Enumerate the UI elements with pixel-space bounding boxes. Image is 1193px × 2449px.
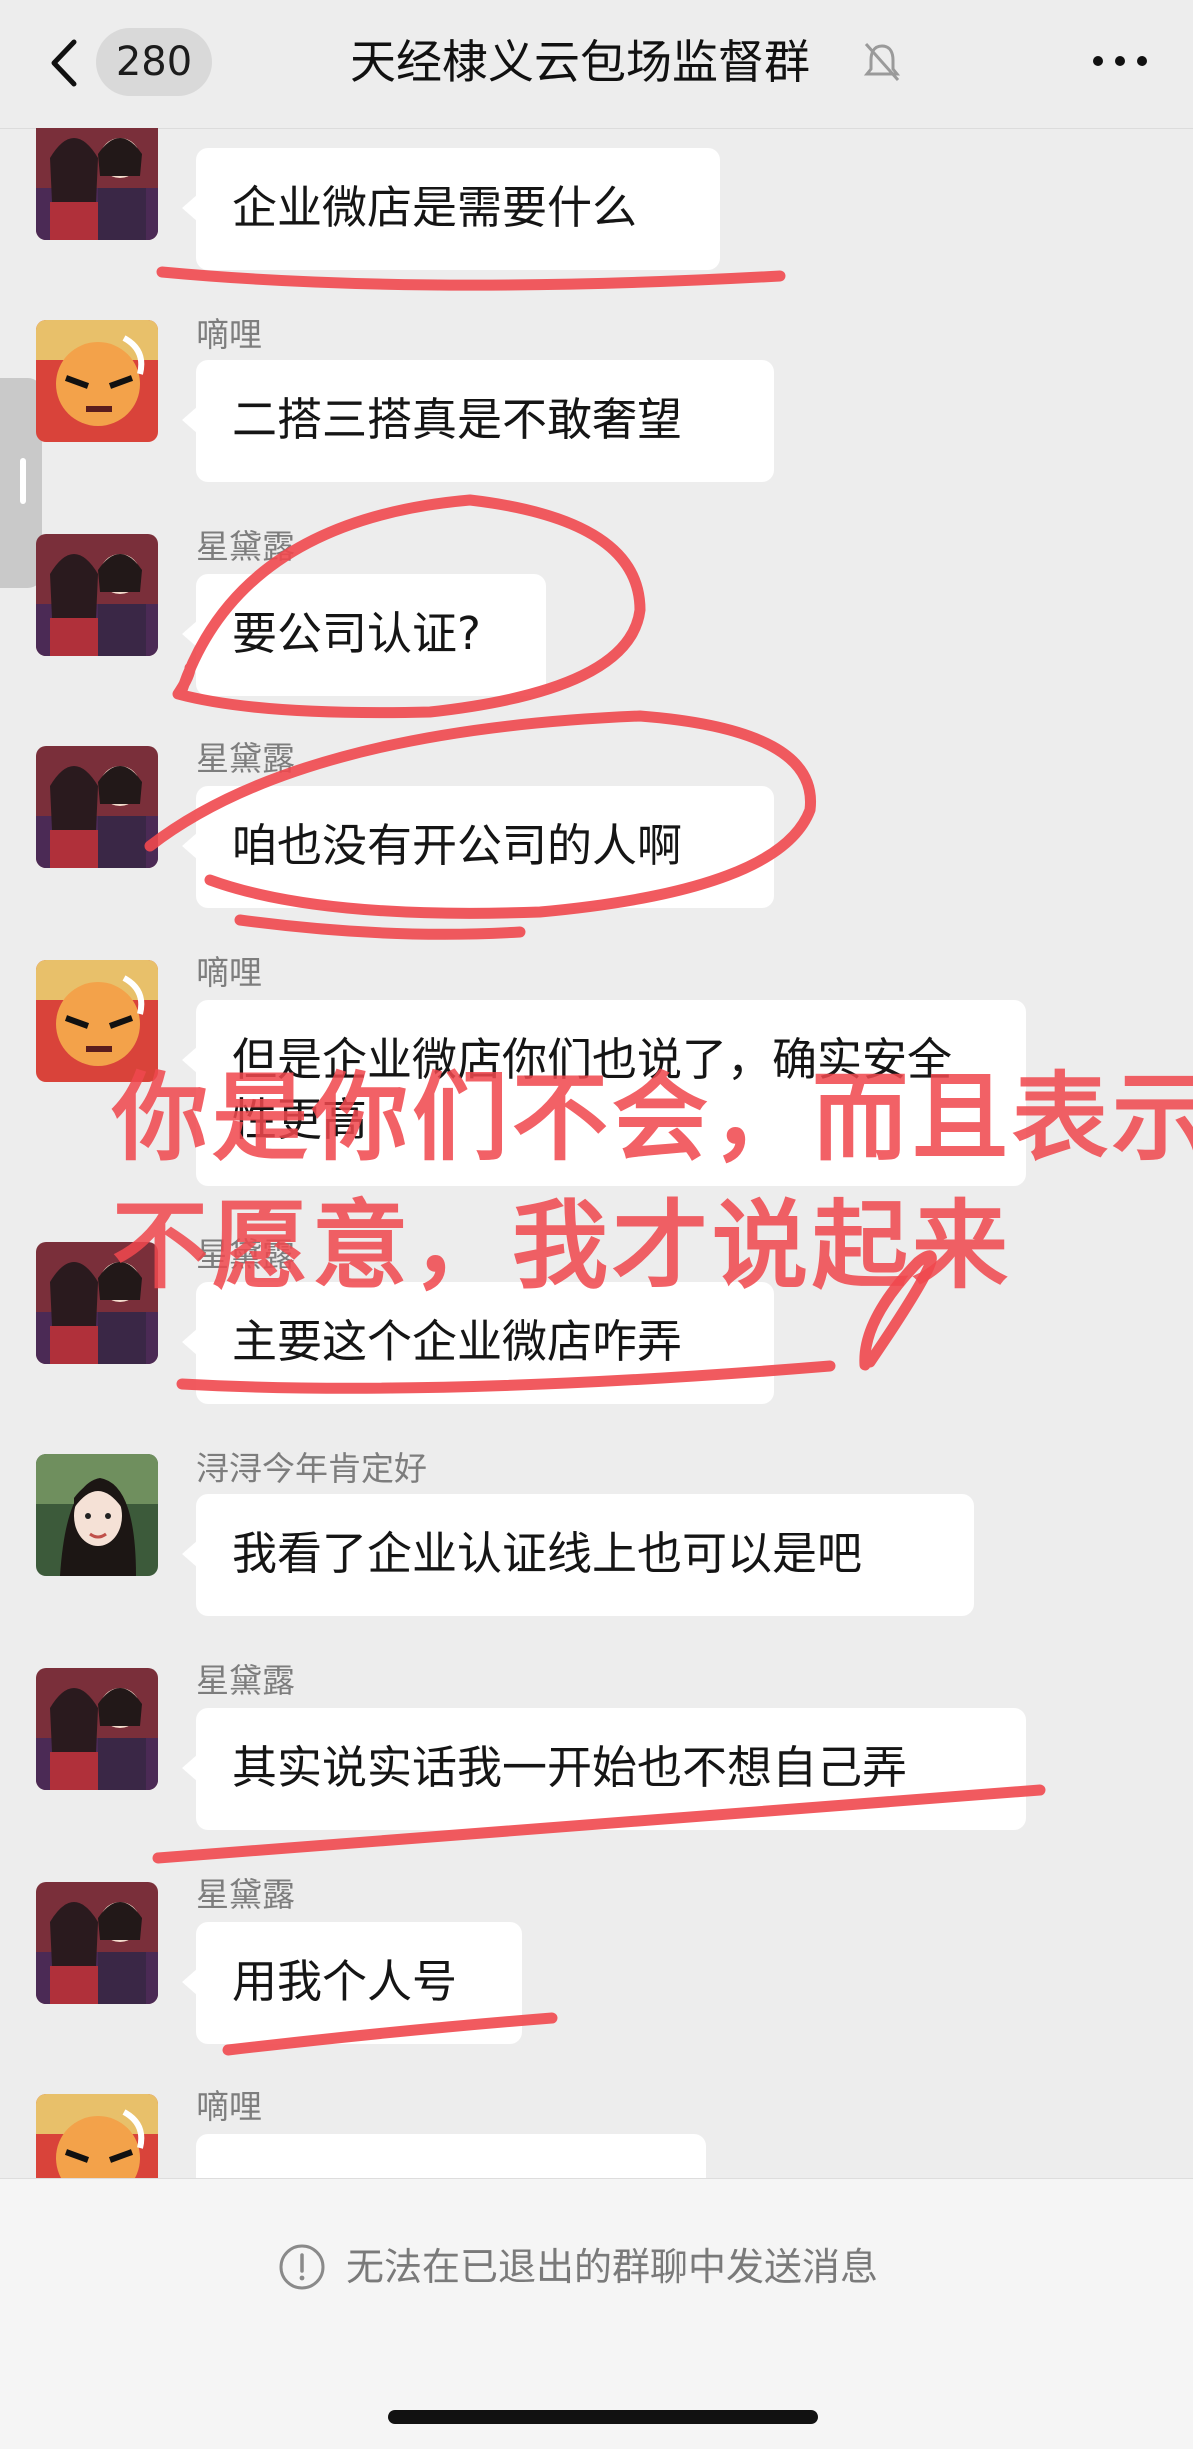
- sender-name: 浔浔今年肯定好: [196, 1449, 427, 1488]
- message-bubble[interactable]: 咱也没有开公司的人啊: [182, 786, 774, 908]
- bell-slash-icon: [862, 40, 902, 84]
- unread-count-badge[interactable]: 280: [96, 28, 212, 96]
- sender-name: 嘀哩: [196, 315, 262, 354]
- avatar[interactable]: [36, 534, 158, 656]
- avatar[interactable]: [36, 320, 158, 442]
- exclamation-circle-icon: [279, 2244, 325, 2290]
- exit-notice-text: 无法在已退出的群聊中发送消息: [346, 2245, 879, 2289]
- message-bubble[interactable]: 企业微店是需要什么: [182, 148, 720, 270]
- more-button[interactable]: [1090, 44, 1150, 78]
- avatar[interactable]: [36, 746, 158, 868]
- sender-name: 星黛露: [196, 527, 295, 566]
- avatar[interactable]: [36, 1668, 158, 1790]
- sender-name: 星黛露: [196, 1875, 295, 1914]
- message-bubble[interactable]: 用我个人号: [182, 1922, 522, 2044]
- annotation-text-line1: 你是你们不会，而且表示: [112, 1062, 1193, 1174]
- avatar[interactable]: [36, 1454, 158, 1576]
- sender-name: 星黛露: [196, 1661, 295, 1700]
- message-bubble[interactable]: 其实说实话我一开始也不想自己弄: [182, 1708, 1026, 1830]
- input-disabled-bar: 无法在已退出的群聊中发送消息: [0, 2178, 1193, 2449]
- chat-header: 280 天经棣义云包场监督群: [0, 0, 1193, 129]
- message-bubble[interactable]: 我看了企业认证线上也可以是吧: [182, 1494, 974, 1616]
- sender-name: 嘀哩: [196, 953, 262, 992]
- chevron-left-icon: [51, 39, 77, 87]
- group-title: 天经棣义云包场监督群: [350, 35, 810, 89]
- message-bubble[interactable]: 要公司认证?: [182, 574, 546, 696]
- sender-name: 嘀哩: [196, 2087, 262, 2126]
- back-button[interactable]: [42, 36, 88, 90]
- avatar[interactable]: [36, 128, 158, 240]
- home-indicator[interactable]: [388, 2410, 818, 2424]
- ellipsis-icon: [1093, 56, 1147, 66]
- avatar[interactable]: [36, 2094, 158, 2178]
- annotation-text-line2: 不愿意，我才说起来: [112, 1190, 1012, 1302]
- sender-name: 星黛露: [196, 739, 295, 778]
- avatar[interactable]: [36, 1882, 158, 2004]
- message-bubble[interactable]: [196, 2134, 706, 2178]
- message-bubble[interactable]: 二搭三搭真是不敢奢望: [182, 360, 774, 482]
